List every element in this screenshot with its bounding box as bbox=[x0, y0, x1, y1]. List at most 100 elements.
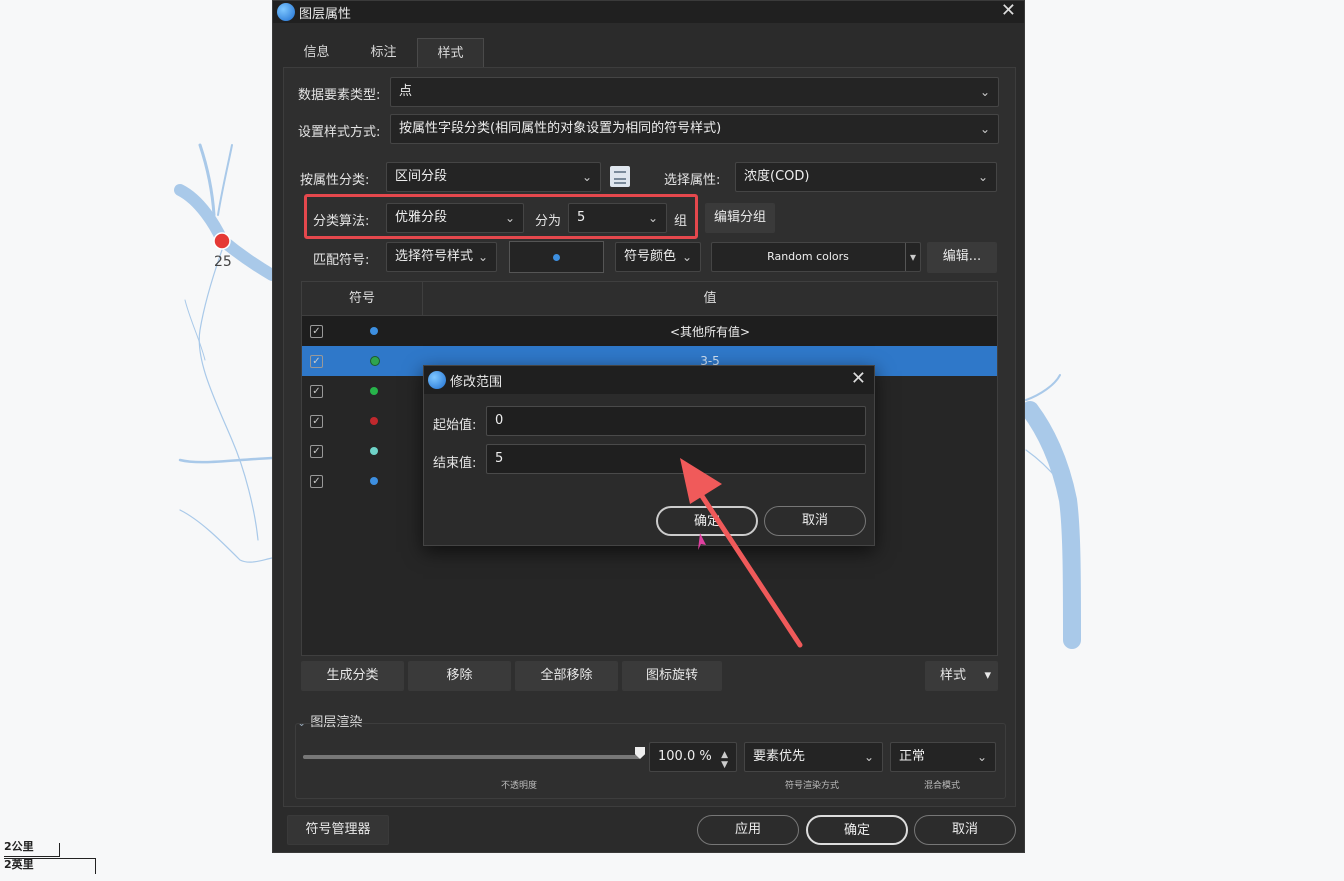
symbol-preview[interactable] bbox=[509, 241, 604, 273]
modal-cancel-button[interactable]: 取消 bbox=[764, 506, 866, 536]
render-mode-value: 要素优先 bbox=[753, 749, 806, 764]
close-icon[interactable]: ✕ bbox=[851, 369, 866, 389]
row-checkbox[interactable]: ✓ bbox=[310, 384, 323, 398]
row-checkbox[interactable]: ✓ bbox=[310, 444, 323, 458]
classify-label: 按属性分类: bbox=[300, 173, 370, 188]
modal-title: 修改范围 bbox=[450, 374, 503, 390]
apply-button[interactable]: 应用 bbox=[697, 815, 799, 845]
attr-label: 选择属性: bbox=[664, 173, 721, 188]
rotate-icons-button[interactable]: 图标旋转 bbox=[622, 661, 722, 691]
row-checkbox[interactable]: ✓ bbox=[310, 354, 323, 368]
blend-mode-caption: 混合模式 bbox=[924, 781, 961, 791]
end-value-input[interactable]: 5 bbox=[486, 444, 866, 474]
attr-value: 浓度(COD) bbox=[744, 169, 810, 184]
remove-all-button[interactable]: 全部移除 bbox=[515, 661, 618, 691]
feature-type-value: 点 bbox=[399, 84, 413, 99]
color-scheme-select[interactable]: Random colors ▾ bbox=[711, 242, 921, 272]
tab-info[interactable]: 信息 bbox=[283, 38, 350, 68]
start-value-input[interactable]: 0 bbox=[486, 406, 866, 436]
opacity-slider-fill bbox=[303, 755, 640, 759]
classify-value: 区间分段 bbox=[395, 169, 448, 184]
header-value: 值 bbox=[703, 291, 717, 306]
generate-classes-button[interactable]: 生成分类 bbox=[301, 661, 404, 691]
edit-group-button[interactable]: 编辑分组 bbox=[705, 203, 775, 233]
opacity-slider-track[interactable] bbox=[303, 755, 640, 759]
style-menu-button[interactable]: 样式 ▾ bbox=[925, 661, 998, 691]
tab-bar: 信息 标注 样式 bbox=[283, 38, 484, 68]
blend-mode-select[interactable]: 正常 ⌄ bbox=[890, 742, 996, 772]
feature-type-select[interactable]: 点 ⌄ bbox=[390, 77, 999, 107]
edit-button[interactable]: 编辑... bbox=[927, 242, 997, 273]
row-symbol-dot bbox=[370, 387, 378, 395]
app-logo-icon bbox=[428, 371, 446, 389]
style-method-select[interactable]: 按属性字段分类(相同属性的对象设置为相同的符号样式) ⌄ bbox=[390, 114, 999, 144]
dialog-title: 图层属性 bbox=[299, 6, 352, 22]
caret-down-icon: ▾ bbox=[984, 668, 991, 683]
chevron-down-icon: ⌄ bbox=[977, 170, 988, 184]
row-value: <其他所有值> bbox=[669, 324, 751, 339]
chevron-down-icon: ⌄ bbox=[976, 750, 987, 764]
row-checkbox[interactable]: ✓ bbox=[310, 414, 323, 428]
scale-top-label: 2公里 bbox=[4, 840, 34, 853]
chevron-down-icon: ⌄ bbox=[979, 85, 990, 99]
style-method-value: 按属性字段分类(相同属性的对象设置为相同的符号样式) bbox=[399, 121, 722, 136]
modal-ok-button[interactable]: 确定 bbox=[656, 506, 758, 536]
tab-label[interactable]: 标注 bbox=[350, 38, 417, 68]
chevron-down-icon: ⌄ bbox=[581, 170, 592, 184]
start-value-label: 起始值: bbox=[433, 418, 477, 433]
header-symbol: 符号 bbox=[302, 282, 423, 315]
symbol-manager-button[interactable]: 符号管理器 bbox=[287, 815, 389, 845]
chevron-down-icon: ⌄ bbox=[477, 250, 488, 264]
remove-button[interactable]: 移除 bbox=[408, 661, 511, 691]
row-symbol-dot bbox=[370, 477, 378, 485]
blend-mode-value: 正常 bbox=[899, 749, 926, 764]
modify-range-dialog: 修改范围 ✕ 起始值: 0 结束值: 5 确定 取消 bbox=[423, 365, 875, 546]
app-logo-icon bbox=[277, 3, 295, 21]
style-method-label: 设置样式方式: bbox=[298, 125, 381, 140]
match-symbol-label: 匹配符号: bbox=[313, 253, 370, 268]
map-point-marker bbox=[213, 232, 231, 250]
chevron-down-icon: ⌄ bbox=[863, 750, 874, 764]
row-checkbox[interactable]: ✓ bbox=[310, 324, 323, 338]
table-row[interactable]: ✓ <其他所有值> bbox=[302, 316, 997, 346]
color-scheme-value: Random colors bbox=[767, 250, 849, 263]
scale-tick bbox=[95, 858, 96, 874]
symbol-color-value: 符号颜色 bbox=[624, 249, 677, 264]
render-mode-caption: 符号渲染方式 bbox=[785, 781, 840, 791]
highlight-box bbox=[304, 194, 698, 239]
chevron-down-icon: ⌄ bbox=[681, 250, 692, 264]
row-symbol-dot bbox=[370, 417, 378, 425]
attr-select[interactable]: 浓度(COD) ⌄ bbox=[735, 162, 997, 192]
symbol-style-value: 选择符号样式 bbox=[395, 249, 474, 264]
spinner-icon[interactable]: ▲ ▼ bbox=[721, 750, 728, 770]
scale-line bbox=[4, 856, 60, 857]
dialog-titlebar[interactable]: 图层属性 ✕ bbox=[273, 1, 1024, 23]
scale-line bbox=[4, 858, 96, 859]
opacity-caption: 不透明度 bbox=[501, 781, 538, 791]
symbol-preview-dot bbox=[553, 254, 560, 261]
row-symbol-dot bbox=[370, 356, 380, 366]
cancel-button[interactable]: 取消 bbox=[914, 815, 1016, 845]
scale-tick bbox=[59, 843, 60, 857]
style-menu-label: 样式 bbox=[940, 668, 967, 683]
symbol-style-select[interactable]: 选择符号样式 ⌄ bbox=[386, 242, 497, 272]
symbol-color-select[interactable]: 符号颜色 ⌄ bbox=[615, 242, 701, 272]
render-mode-select[interactable]: 要素优先 ⌄ bbox=[744, 742, 883, 772]
tab-style[interactable]: 样式 bbox=[417, 38, 484, 68]
table-header: 符号 值 bbox=[302, 282, 997, 316]
caret-down-icon[interactable]: ▾ bbox=[904, 243, 916, 271]
row-symbol-dot bbox=[370, 327, 378, 335]
table-view-icon[interactable] bbox=[610, 166, 630, 187]
map-point-label: 25 bbox=[214, 254, 232, 270]
modal-titlebar[interactable]: 修改范围 ✕ bbox=[424, 366, 874, 394]
row-symbol-dot bbox=[370, 447, 378, 455]
ok-button[interactable]: 确定 bbox=[806, 815, 908, 845]
chevron-down-icon: ⌄ bbox=[979, 122, 990, 136]
feature-type-label: 数据要素类型: bbox=[298, 88, 381, 103]
opacity-value: 100.0 % bbox=[658, 749, 712, 764]
opacity-spinbox[interactable]: 100.0 % ▲ ▼ bbox=[649, 742, 737, 772]
end-value-label: 结束值: bbox=[433, 456, 477, 471]
classify-select[interactable]: 区间分段 ⌄ bbox=[386, 162, 601, 192]
close-icon[interactable]: ✕ bbox=[1001, 1, 1016, 21]
row-checkbox[interactable]: ✓ bbox=[310, 474, 323, 488]
